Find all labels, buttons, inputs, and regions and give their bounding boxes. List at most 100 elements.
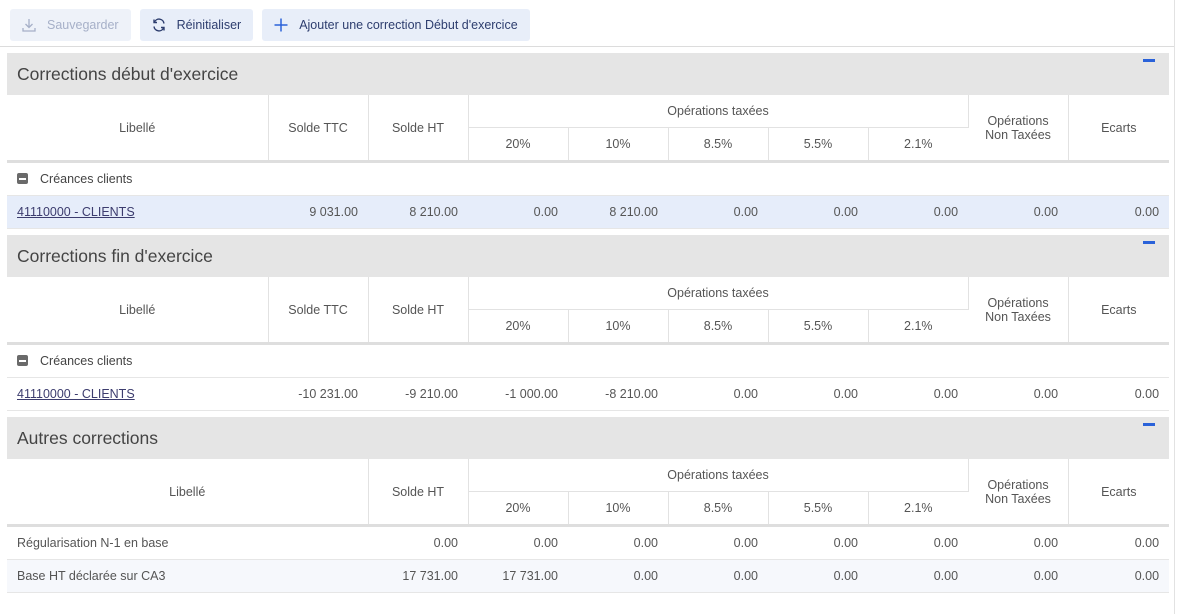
collapse-group-icon[interactable] <box>17 355 28 367</box>
col-header-rate-2-1[interactable]: 2.1% <box>868 491 969 526</box>
cell-rate-5-5: 0.00 <box>768 195 868 229</box>
col-header-libelle[interactable]: Libellé <box>7 459 369 526</box>
col-header-rate-20[interactable]: 20% <box>468 309 569 344</box>
col-header-rate-5-5[interactable]: 5.5% <box>768 491 869 526</box>
cell-ecarts: 0.00 <box>1068 377 1170 411</box>
refresh-icon <box>150 16 168 34</box>
col-header-rate-10[interactable]: 10% <box>568 309 669 344</box>
col-header-operations-taxees: Opérations taxées <box>468 95 969 128</box>
section-title: Corrections fin d'exercice <box>17 246 213 266</box>
col-header-rate-20[interactable]: 20% <box>468 491 569 526</box>
col-header-libelle[interactable]: Libellé <box>7 95 269 162</box>
table-row[interactable]: 41110000 - CLIENTS 9 031.00 8 210.00 0.0… <box>7 195 1170 229</box>
section-title: Autres corrections <box>17 428 159 448</box>
table-row[interactable]: Régularisation N-1 en base 0.00 0.00 0.0… <box>7 525 1170 560</box>
cell-ecarts: 0.00 <box>1068 525 1170 560</box>
cell-non-taxees: 0.00 <box>968 525 1069 560</box>
section-header: Corrections début d'exercice <box>7 53 1169 95</box>
account-link[interactable]: 41110000 - CLIENTS <box>17 387 135 401</box>
section-header: Corrections fin d'exercice <box>7 235 1169 277</box>
reset-button[interactable]: Réinitialiser <box>139 9 254 41</box>
col-header-rate-5-5[interactable]: 5.5% <box>768 309 869 344</box>
corrections-table: Libellé Solde HT Opérations taxées Opéra… <box>7 459 1170 593</box>
col-header-ecarts[interactable]: Ecarts <box>1068 95 1170 162</box>
col-header-solde-ttc[interactable]: Solde TTC <box>268 277 369 344</box>
cell-rate-10: 0.00 <box>568 525 668 560</box>
section-corrections-debut: Corrections début d'exercice Libellé Sol… <box>7 53 1170 229</box>
col-header-ecarts[interactable]: Ecarts <box>1068 277 1170 344</box>
reset-button-label: Réinitialiser <box>176 18 242 32</box>
cell-rate-20: -1 000.00 <box>468 377 568 411</box>
cell-solde-ht: 0.00 <box>368 525 468 560</box>
cell-rate-5-5: 0.00 <box>768 559 868 593</box>
col-header-rate-8-5[interactable]: 8.5% <box>668 309 769 344</box>
cell-rate-20: 0.00 <box>468 525 568 560</box>
group-row: Créances clients <box>7 343 1170 378</box>
cell-rate-8-5: 0.00 <box>668 195 768 229</box>
col-header-rate-10[interactable]: 10% <box>568 127 669 162</box>
row-label: Régularisation N-1 en base <box>7 525 368 560</box>
cell-rate-10: -8 210.00 <box>568 377 668 411</box>
section-header: Autres corrections <box>7 417 1169 459</box>
cell-solde-ttc: 9 031.00 <box>268 195 368 229</box>
collapse-group-icon[interactable] <box>17 173 28 185</box>
col-header-rate-2-1[interactable]: 2.1% <box>868 309 969 344</box>
cell-ecarts: 0.00 <box>1068 559 1170 593</box>
cell-non-taxees: 0.00 <box>968 195 1069 229</box>
cell-rate-8-5: 0.00 <box>668 559 768 593</box>
section-title: Corrections début d'exercice <box>17 64 239 84</box>
col-header-rate-8-5[interactable]: 8.5% <box>668 127 769 162</box>
cell-rate-2-1: 0.00 <box>868 559 969 593</box>
cell-non-taxees: 0.00 <box>968 377 1069 411</box>
cell-rate-20: 17 731.00 <box>468 559 568 593</box>
col-header-non-taxees[interactable]: Opérations Non Taxées <box>968 277 1069 344</box>
cell-solde-ht: 8 210.00 <box>368 195 468 229</box>
cell-solde-ttc: -10 231.00 <box>268 377 368 411</box>
cell-solde-ht: 17 731.00 <box>368 559 468 593</box>
cell-rate-20: 0.00 <box>468 195 568 229</box>
cell-rate-10: 0.00 <box>568 559 668 593</box>
col-header-solde-ht[interactable]: Solde HT <box>368 459 469 526</box>
group-row: Créances clients <box>7 161 1170 196</box>
section-corrections-fin: Corrections fin d'exercice Libellé Solde… <box>7 235 1170 411</box>
col-header-rate-20[interactable]: 20% <box>468 127 569 162</box>
account-link[interactable]: 41110000 - CLIENTS <box>17 205 135 219</box>
section-autres-corrections: Autres corrections Libellé Solde HT Opér… <box>7 417 1170 593</box>
col-header-libelle[interactable]: Libellé <box>7 277 269 344</box>
collapse-icon[interactable] <box>1143 423 1155 426</box>
cell-rate-8-5: 0.00 <box>668 525 768 560</box>
col-header-rate-10[interactable]: 10% <box>568 491 669 526</box>
col-header-rate-2-1[interactable]: 2.1% <box>868 127 969 162</box>
col-header-non-taxees[interactable]: Opérations Non Taxées <box>968 459 1069 526</box>
table-row[interactable]: Base HT déclarée sur CA3 17 731.00 17 73… <box>7 559 1170 593</box>
table-row[interactable]: 41110000 - CLIENTS -10 231.00 -9 210.00 … <box>7 377 1170 411</box>
cell-rate-10: 8 210.00 <box>568 195 668 229</box>
cell-rate-2-1: 0.00 <box>868 377 969 411</box>
collapse-icon[interactable] <box>1143 241 1155 244</box>
col-header-solde-ht[interactable]: Solde HT <box>368 277 469 344</box>
group-label: Créances clients <box>40 172 133 186</box>
toolbar: Sauvegarder Réinitialiser Ajouter une co… <box>10 9 530 41</box>
plus-icon <box>272 16 290 34</box>
cell-ecarts: 0.00 <box>1068 195 1170 229</box>
col-header-ecarts[interactable]: Ecarts <box>1068 459 1170 526</box>
col-header-non-taxees[interactable]: Opérations Non Taxées <box>968 95 1069 162</box>
toolbar-divider <box>0 46 1174 47</box>
col-header-rate-5-5[interactable]: 5.5% <box>768 127 869 162</box>
cell-non-taxees: 0.00 <box>968 559 1069 593</box>
cell-solde-ht: -9 210.00 <box>368 377 468 411</box>
add-correction-button[interactable]: Ajouter une correction Début d'exercice <box>262 9 530 41</box>
col-header-rate-8-5[interactable]: 8.5% <box>668 491 769 526</box>
collapse-icon[interactable] <box>1143 59 1155 62</box>
add-correction-button-label: Ajouter une correction Début d'exercice <box>299 18 518 32</box>
col-header-operations-taxees: Opérations taxées <box>468 277 969 310</box>
group-label: Créances clients <box>40 354 133 368</box>
save-button[interactable]: Sauvegarder <box>10 9 131 41</box>
col-header-solde-ttc[interactable]: Solde TTC <box>268 95 369 162</box>
corrections-table: Libellé Solde TTC Solde HT Opérations ta… <box>7 95 1170 229</box>
cell-rate-2-1: 0.00 <box>868 195 969 229</box>
corrections-table: Libellé Solde TTC Solde HT Opérations ta… <box>7 277 1170 411</box>
save-button-label: Sauvegarder <box>47 18 119 32</box>
cell-rate-5-5: 0.00 <box>768 377 868 411</box>
col-header-solde-ht[interactable]: Solde HT <box>368 95 469 162</box>
